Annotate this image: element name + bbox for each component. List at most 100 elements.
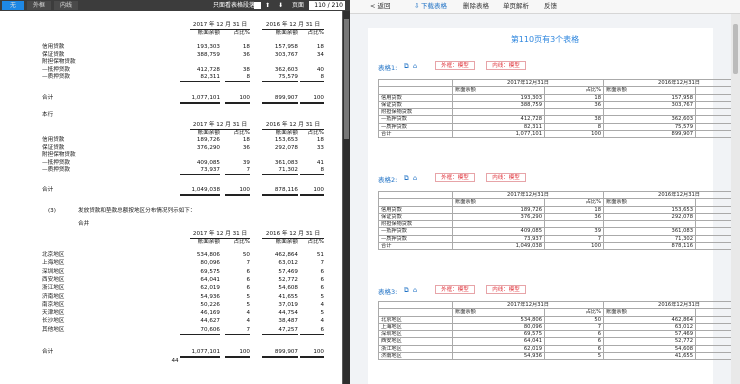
table-cell: 75,579 — [603, 122, 696, 132]
pdf-total-value: 1,077,101 — [180, 95, 220, 104]
pdf-cell-row-label: —质押贷款 — [42, 167, 70, 174]
table-cell — [544, 108, 604, 117]
pdf-cell-pct-2017: 5 — [246, 293, 250, 300]
pdf-cell-amount-2016: 292,078 — [274, 144, 298, 151]
delete-icon[interactable]: ⌂ — [413, 286, 417, 294]
table-cell: 7 — [544, 322, 604, 332]
table-cell: 388,759 — [452, 100, 545, 110]
back-button[interactable]: < 返回 — [370, 0, 391, 13]
table-cell: 193,303 — [452, 93, 545, 102]
panel-scrollbar-thumb[interactable] — [733, 24, 738, 74]
pdf-cell-amount-2017: 193,303 — [196, 44, 220, 50]
toggle-inner-lines[interactable]: 内线 — [54, 1, 78, 10]
col-header-2016: 2016 年 12 月 31 日 — [265, 231, 321, 237]
table-cell: 54,936 — [452, 352, 545, 361]
pdf-cell-amount-2017: 46,169 — [200, 310, 220, 317]
table-subheader-amount: 账面余额 — [452, 198, 545, 207]
table-header-2017: 2017年12月31日 — [452, 190, 604, 200]
delete-icon[interactable]: ⌂ — [413, 62, 417, 70]
pdf-cell-pct-2017: 4 — [246, 310, 250, 317]
pdf-cell-amount-2017: 64,041 — [200, 276, 220, 283]
pdf-cell-pct-2016: 41 — [316, 159, 324, 166]
pdf-cell-row-label: 天津地区 — [42, 310, 65, 317]
table-cell: 73,937 — [452, 234, 545, 244]
table-subheader-row: 账面余额占比%账面余额占比% — [378, 308, 740, 317]
pdf-total-value: 100 — [300, 95, 324, 104]
table-cell: 362,603 — [603, 115, 696, 124]
pdf-cell-pct-2017: 6 — [246, 285, 250, 292]
table-header-blank — [378, 308, 453, 317]
table-cell — [452, 108, 545, 117]
table-row-label: 济南地区 — [378, 352, 453, 361]
toggle-none[interactable]: 无 — [2, 1, 24, 10]
pdf-cell-amount-2016: 153,653 — [274, 137, 298, 143]
inner-lines-model-button[interactable]: 内线：模型 — [486, 61, 526, 70]
panel-scrollbar[interactable] — [731, 14, 740, 384]
pdf-cell-row-label: 附担保物贷款 — [42, 59, 76, 66]
table-header-row: 2017年12月31日 2016年12月31日 — [378, 78, 740, 88]
inner-lines-model-button[interactable]: 内线：模型 — [486, 173, 526, 182]
table-row: —质押贷款82,311875,5798 — [378, 122, 740, 132]
table-row: —抵押贷款412,72838362,60340 — [378, 115, 740, 124]
table-only-checkbox[interactable] — [254, 2, 261, 9]
copy-icon[interactable]: ⧉ — [404, 174, 409, 183]
page-number-input[interactable]: 110 / 210 — [309, 1, 345, 10]
table-row-label: 浙江地区 — [378, 344, 453, 354]
outer-frame-model-button[interactable]: 外框：模型 — [435, 61, 475, 70]
table-row: 深圳地区69,575657,4696 — [378, 330, 740, 339]
table-cell: 878,116 — [603, 242, 696, 251]
pdf-cell-amount-2017: 409,085 — [196, 159, 220, 166]
download-table-button[interactable]: 下载表格 — [421, 0, 447, 13]
pdf-scrollbar[interactable] — [343, 11, 350, 384]
download-icon[interactable]: ⇩ — [414, 0, 419, 13]
table-row: 北京地区534,80650462,86451 — [378, 315, 740, 324]
pdf-cell-amount-2016: 361,083 — [274, 159, 298, 166]
pdf-total-value: 100 — [225, 349, 250, 358]
section-bank-label: 本行 — [42, 112, 54, 118]
sub-header-pct: 占比% — [307, 130, 324, 136]
sub-header-amount: 账面余额 — [275, 30, 298, 36]
sub-header-pct: 占比% — [307, 239, 324, 245]
pdf-cell-amount-2016: 362,603 — [274, 66, 298, 73]
pdf-cell-pct-2016: 18 — [316, 137, 324, 143]
table-cell: 157,958 — [603, 93, 696, 102]
pdf-total-label: 合计 — [42, 349, 54, 355]
table-cell — [603, 108, 696, 117]
pdf-cell-pct-2016: 51 — [316, 252, 324, 258]
outer-frame-model-button[interactable]: 外框：模型 — [435, 285, 475, 294]
copy-icon[interactable]: ⧉ — [404, 62, 409, 71]
table-cell: 1,049,038 — [452, 242, 545, 251]
page-up-icon[interactable]: ⬆ — [265, 0, 270, 11]
pdf-cell-amount-2017: 69,575 — [200, 268, 220, 275]
pdf-cell-pct-2017: 6 — [246, 276, 250, 283]
page-down-icon[interactable]: ⬇ — [278, 0, 283, 11]
pdf-cell-amount-2017: 54,936 — [200, 293, 220, 300]
table-cell: 80,096 — [452, 322, 545, 332]
pdf-cell-amount-2017: 44,627 — [200, 318, 220, 325]
table-row: 保证贷款388,75936303,76734 — [378, 100, 740, 110]
pdf-cell-row-label: 上海地区 — [42, 260, 65, 267]
table-row-label: 信用贷款 — [378, 205, 453, 214]
single-page-parse-button[interactable]: 单页解析 — [503, 0, 529, 13]
pdf-total-value: 100 — [300, 187, 324, 196]
pdf-cell-row-label: 信用贷款 — [42, 44, 65, 50]
pdf-cell-pct-2016: 6 — [320, 285, 324, 292]
inner-lines-model-button[interactable]: 内线：模型 — [486, 285, 526, 294]
delete-table-button[interactable]: 删除表格 — [463, 0, 489, 13]
table-row: 济南地区54,936541,6555 — [378, 352, 740, 361]
feedback-button[interactable]: 反馈 — [544, 0, 557, 13]
sub-header-pct: 占比% — [233, 130, 250, 136]
copy-icon[interactable]: ⧉ — [404, 286, 409, 295]
outer-frame-model-button[interactable]: 外框：模型 — [435, 173, 475, 182]
table-row: —质押贷款73,937771,3028 — [378, 234, 740, 244]
sub-header-pct: 占比% — [233, 239, 250, 245]
table-cell: 899,907 — [603, 130, 696, 139]
toggle-outer-frame[interactable]: 外框 — [27, 1, 51, 10]
pdf-cell-pct-2017: 36 — [242, 144, 250, 151]
pdf-cell-pct-2016: 5 — [320, 293, 324, 300]
table-cell: 303,767 — [603, 100, 696, 110]
table-subheader-pct: 占比% — [544, 198, 604, 207]
pdf-scrollbar-thumb[interactable] — [344, 19, 349, 139]
pdf-cell-amount-2016: 63,012 — [278, 260, 298, 267]
delete-icon[interactable]: ⌂ — [413, 174, 417, 182]
